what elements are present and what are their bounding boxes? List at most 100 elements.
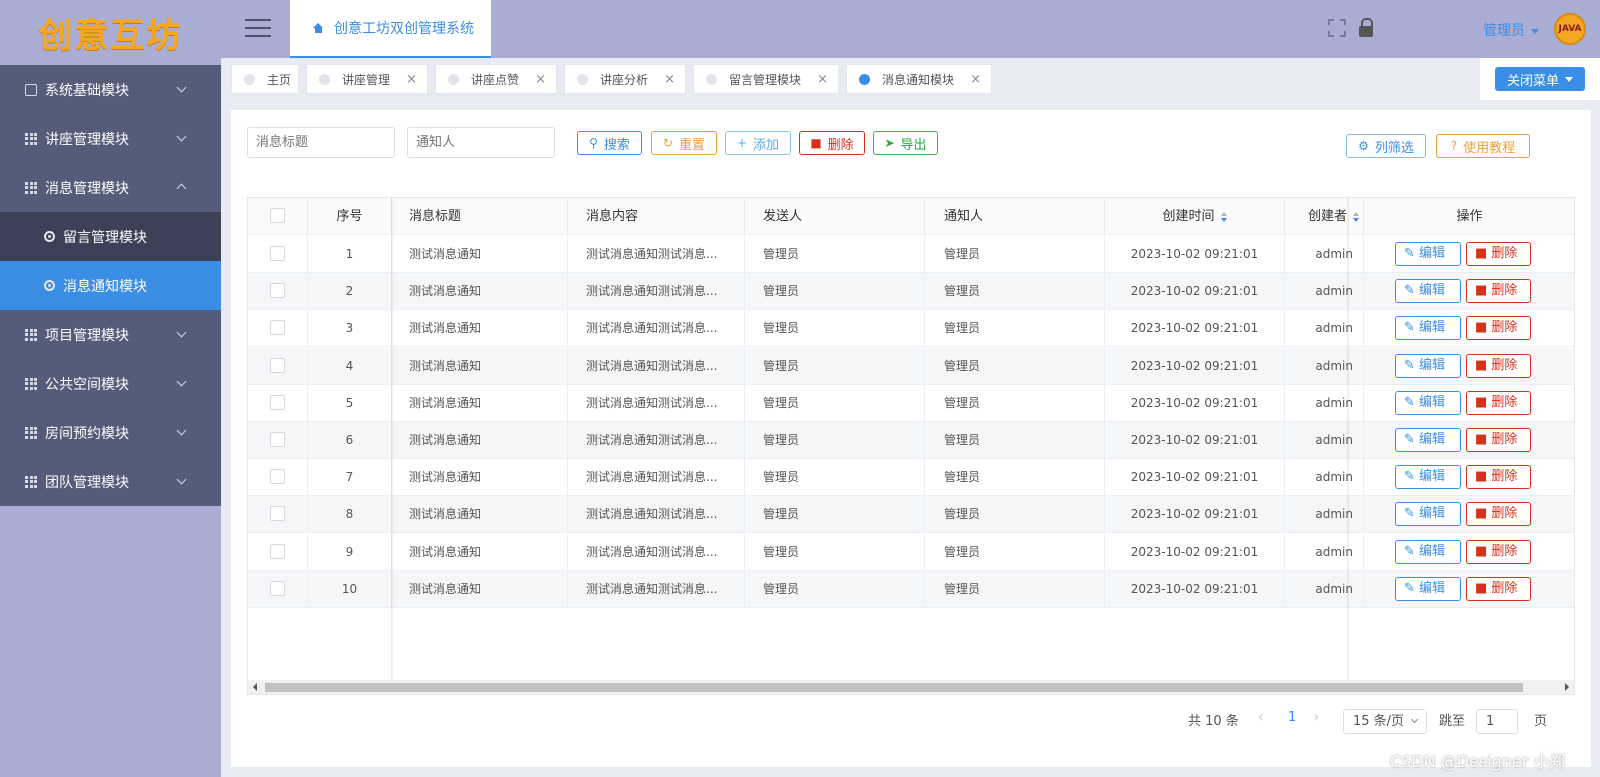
close-icon[interactable]: × xyxy=(664,72,675,87)
cell-notify: 管理员 xyxy=(925,273,1105,311)
edit-button[interactable]: ✎ 编辑 xyxy=(1395,279,1461,304)
title-search-input[interactable] xyxy=(247,127,395,158)
cell-no: 1 xyxy=(308,236,392,273)
export-button[interactable]: ➤ 导出 xyxy=(873,131,938,155)
table-row: 9 测试消息通知 测试消息通知测试消息... 管理员 管理员 2023-10-02 09:… xyxy=(248,533,1575,571)
sidebar-item-label: 项目管理模块 xyxy=(45,327,129,344)
row-checkbox[interactable] xyxy=(270,469,285,485)
column-header-sortable[interactable]: 创建时间 xyxy=(1105,198,1285,235)
row-delete-button[interactable]: ■ 删除 xyxy=(1466,316,1531,341)
add-button[interactable]: + 添加 xyxy=(725,131,791,155)
close-icon[interactable]: × xyxy=(970,72,981,87)
table-row: 10 测试消息通知 测试消息通知测试消息... 管理员 管理员 2023-10-02 09… xyxy=(248,570,1574,608)
edit-button[interactable]: ✎ 编辑 xyxy=(1395,316,1461,341)
tutorial-button[interactable]: ? 使用教程 xyxy=(1436,134,1530,158)
edit-button[interactable]: ✎ 编辑 xyxy=(1395,539,1461,564)
row-checkbox[interactable] xyxy=(270,357,285,373)
cell-time: 2023-10-02 09:21:01 xyxy=(1105,496,1285,534)
page-number[interactable]: 1 xyxy=(1288,710,1296,725)
question-icon: ? xyxy=(1450,139,1458,153)
row-delete-button[interactable]: ■ 删除 xyxy=(1466,353,1531,378)
row-checkbox[interactable] xyxy=(270,580,285,596)
row-select-cell xyxy=(248,310,308,348)
sidebar-item-team[interactable]: 团队管理模块 xyxy=(0,457,221,506)
home-tab[interactable]: 创意工坊双创管理系统 xyxy=(290,0,491,58)
chevron-down-icon xyxy=(176,131,187,142)
avatar[interactable]: JAVA xyxy=(1554,13,1586,45)
tag-lecture-like[interactable]: 讲座点赞 × xyxy=(435,64,557,94)
scroll-right-icon[interactable] xyxy=(1565,683,1569,691)
row-delete-button[interactable]: ■ 删除 xyxy=(1466,465,1531,490)
row-checkbox[interactable] xyxy=(270,320,285,336)
row-checkbox[interactable] xyxy=(270,432,285,447)
edit-button[interactable]: ✎ 编辑 xyxy=(1395,502,1461,527)
close-menu-button[interactable]: 关闭菜单 xyxy=(1495,67,1585,91)
lock-icon[interactable] xyxy=(1358,18,1374,38)
select-all-checkbox[interactable] xyxy=(270,208,285,223)
fullscreen-icon[interactable] xyxy=(1328,19,1346,37)
submenu-item-label: 留言管理模块 xyxy=(63,229,147,246)
row-checkbox[interactable] xyxy=(270,506,285,522)
sidebar-item-room[interactable]: 房间预约模块 xyxy=(0,408,221,457)
row-checkbox[interactable] xyxy=(270,394,285,410)
gear-icon: ⚙ xyxy=(1358,139,1369,153)
scroll-left-icon[interactable] xyxy=(253,683,257,691)
row-delete-button[interactable]: ■ 删除 xyxy=(1466,428,1531,452)
close-icon[interactable]: × xyxy=(817,72,828,87)
row-delete-button[interactable]: ■ 删除 xyxy=(1466,242,1531,266)
row-delete-button[interactable]: ■ 删除 xyxy=(1466,279,1531,304)
row-delete-button[interactable]: ■ 删除 xyxy=(1466,539,1531,564)
reset-button[interactable]: ↻ 重置 xyxy=(651,131,717,155)
column-header: 发送人 xyxy=(745,198,925,235)
sort-icon[interactable] xyxy=(1220,211,1227,222)
chevron-down-icon xyxy=(176,474,187,485)
edit-button[interactable]: ✎ 编辑 xyxy=(1395,465,1461,490)
row-delete-button[interactable]: ■ 删除 xyxy=(1466,502,1531,527)
tag-notification[interactable]: 消息通知模块 × xyxy=(846,64,992,94)
search-button[interactable]: ⚲ 搜索 xyxy=(577,131,642,155)
notify-search-input[interactable] xyxy=(407,127,555,158)
row-delete-button[interactable]: ■ 删除 xyxy=(1466,576,1531,601)
close-icon[interactable]: × xyxy=(406,72,417,87)
cell-content: 测试消息通知测试消息... xyxy=(568,310,745,348)
jump-page-input[interactable]: 1 xyxy=(1476,709,1518,734)
cell-title: 测试消息通知 xyxy=(392,570,568,608)
tag-home[interactable]: 主页 xyxy=(231,64,299,94)
prev-page-icon[interactable]: ‹ xyxy=(1258,710,1263,725)
tag-comment[interactable]: 留言管理模块 × xyxy=(693,64,839,94)
cell-sender: 管理员 xyxy=(745,459,925,497)
sidebar-item-system[interactable]: 系统基础模块 xyxy=(0,65,221,114)
hamburger-icon[interactable] xyxy=(245,19,271,39)
tag-lecture[interactable]: 讲座管理 × xyxy=(306,64,428,94)
submenu-item-notification[interactable]: 消息通知模块 xyxy=(0,261,221,310)
page-size-select[interactable]: 15 条/页 xyxy=(1343,709,1427,734)
sidebar-item-space[interactable]: 公共空间模块 xyxy=(0,359,221,408)
scrollbar-thumb[interactable] xyxy=(265,683,1523,692)
delete-button[interactable]: ■ 删除 xyxy=(799,131,865,155)
close-icon[interactable]: × xyxy=(535,72,546,87)
edit-button[interactable]: ✎ 编辑 xyxy=(1395,428,1461,452)
sidebar-item-project[interactable]: 项目管理模块 xyxy=(0,310,221,359)
column-filter-button[interactable]: ⚙ 列筛选 xyxy=(1346,134,1426,158)
user-menu[interactable]: 管理员 xyxy=(1483,20,1539,40)
row-checkbox[interactable] xyxy=(270,543,285,559)
edit-button[interactable]: ✎ 编辑 xyxy=(1395,242,1461,266)
submenu-item-comment[interactable]: 留言管理模块 xyxy=(0,212,221,261)
horizontal-scrollbar[interactable] xyxy=(248,680,1574,694)
edit-button[interactable]: ✎ 编辑 xyxy=(1395,353,1461,378)
sidebar-item-lecture[interactable]: 讲座管理模块 xyxy=(0,114,221,163)
edit-icon: ✎ xyxy=(1404,580,1420,596)
column-header-sortable[interactable]: 创建者 xyxy=(1285,198,1364,235)
cell-actions: ✎ 编辑 ■ 删除 xyxy=(1364,534,1575,571)
trash-icon: ■ xyxy=(1475,469,1492,485)
edit-button-label: 编辑 xyxy=(1419,580,1446,596)
row-delete-button[interactable]: ■ 删除 xyxy=(1466,390,1531,415)
tag-lecture-analysis[interactable]: 讲座分析 × xyxy=(564,64,686,94)
row-checkbox[interactable] xyxy=(270,246,285,261)
edit-button[interactable]: ✎ 编辑 xyxy=(1395,390,1461,415)
sort-icon[interactable] xyxy=(1353,211,1359,222)
row-checkbox[interactable] xyxy=(270,283,285,299)
edit-button[interactable]: ✎ 编辑 xyxy=(1395,576,1461,601)
sidebar-item-message[interactable]: 消息管理模块 xyxy=(0,163,221,212)
next-page-icon[interactable]: › xyxy=(1314,710,1319,725)
